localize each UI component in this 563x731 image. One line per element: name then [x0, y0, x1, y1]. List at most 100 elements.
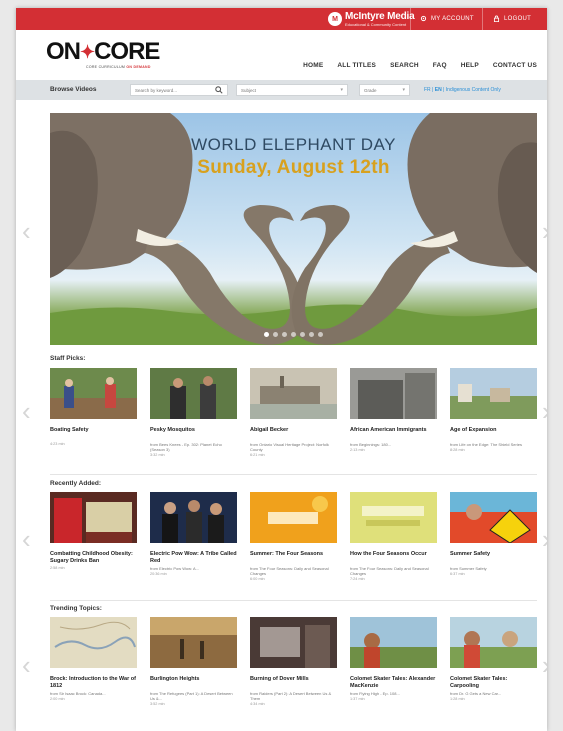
recent-prev-chevron-icon[interactable]: ‹: [22, 526, 34, 552]
video-thumbnail[interactable]: [250, 617, 337, 668]
video-title[interactable]: Colomet Skater Tales: Alexander MacKenzi…: [350, 676, 437, 690]
mcintyre-media-brand[interactable]: M McIntyre Media Educational & Community…: [328, 11, 415, 27]
video-thumbnail[interactable]: [50, 368, 137, 419]
carousel-dot[interactable]: [264, 332, 269, 337]
video-title[interactable]: Boating Safety: [50, 427, 137, 441]
video-card[interactable]: Brock: Introduction to the War of 1812 f…: [50, 617, 137, 701]
video-title[interactable]: Burning of Dover Mills: [250, 676, 337, 690]
video-title[interactable]: Age of Expansion: [450, 427, 537, 441]
video-thumbnail[interactable]: [50, 617, 137, 668]
video-title[interactable]: How the Four Seasons Occur: [350, 551, 437, 565]
video-title[interactable]: Summer Safety: [450, 551, 537, 565]
video-title[interactable]: Brock: Introduction to the War of 1812: [50, 676, 137, 690]
video-thumbnail[interactable]: [450, 368, 537, 419]
carousel-dot[interactable]: [282, 332, 287, 337]
nav-home[interactable]: HOME: [303, 62, 323, 69]
video-duration: 20:36 min: [150, 572, 167, 576]
video-description: from Electric Pow Wow: A...: [150, 566, 200, 571]
video-thumbnail[interactable]: [150, 617, 237, 668]
video-description: from Flying High - Ep. 108...: [350, 691, 400, 696]
video-card[interactable]: Electric Pow Wow: A Tribe Called Red fro…: [150, 492, 237, 576]
video-duration: 2:58 min: [50, 566, 65, 570]
nav-faq[interactable]: FAQ: [433, 62, 447, 69]
carousel-dot[interactable]: [291, 332, 296, 337]
hero-subtitle: Sunday, August 12th: [197, 157, 390, 178]
search-input[interactable]: Search by keyword...: [130, 84, 228, 96]
video-thumbnail[interactable]: [350, 492, 437, 543]
video-duration: 4:34 min: [250, 702, 265, 706]
video-duration: 2:13 min: [350, 448, 365, 452]
video-title[interactable]: African American Immigrants: [350, 427, 437, 441]
video-thumbnail[interactable]: [250, 368, 337, 419]
video-thumbnail[interactable]: [350, 617, 437, 668]
staff-picks-prev-chevron-icon[interactable]: ‹: [22, 398, 34, 424]
video-thumbnail[interactable]: [450, 617, 537, 668]
video-card[interactable]: Colomet Skater Tales: Carpooling from Dr…: [450, 617, 537, 701]
video-duration: 6:37 min: [450, 572, 465, 576]
video-card[interactable]: Pesky Mosquitos from Bees Knees - Ep. 30…: [150, 368, 237, 457]
hero-prev-chevron-icon[interactable]: ‹: [22, 218, 34, 244]
hero-carousel[interactable]: WORLD ELEPHANT DAY Sunday, August 12th: [50, 113, 537, 345]
carousel-dot[interactable]: [300, 332, 305, 337]
section-divider: [50, 600, 537, 601]
search-icon[interactable]: [215, 86, 223, 94]
carousel-dot[interactable]: [318, 332, 323, 337]
video-duration: 7:24 min: [350, 577, 365, 581]
video-card[interactable]: Colomet Skater Tales: Alexander MacKenzi…: [350, 617, 437, 701]
section-divider: [50, 474, 537, 475]
video-card[interactable]: Combatting Childhood Obesity: Sugary Dri…: [50, 492, 137, 570]
lock-icon: [493, 15, 500, 22]
lang-fr-link[interactable]: FR: [424, 87, 431, 93]
video-description: from Ontario Visual Heritage Project: No…: [250, 442, 329, 452]
video-thumbnail[interactable]: [250, 492, 337, 543]
video-description: from Raiders (Part 2): A Desert Between …: [250, 691, 332, 701]
hero-title: WORLD ELEPHANT DAY: [191, 135, 396, 154]
video-thumbnail[interactable]: [150, 368, 237, 419]
video-description: from Sir Isaac Brock: Canada...: [50, 691, 106, 696]
grade-select[interactable]: Grade ▾: [359, 84, 410, 96]
video-thumbnail[interactable]: [150, 492, 237, 543]
nav-contact-us[interactable]: CONTACT US: [493, 62, 537, 69]
video-description: from The Refugees (Part 1): A Desert Bet…: [150, 691, 233, 701]
video-thumbnail[interactable]: [50, 492, 137, 543]
nav-help[interactable]: HELP: [461, 62, 479, 69]
brand-subtitle: Educational & Community Content: [345, 21, 407, 27]
logout-link[interactable]: LOGOUT: [493, 15, 531, 22]
video-card[interactable]: Age of Expansion from Life on the Edge: …: [450, 368, 537, 452]
video-title[interactable]: Summer: The Four Seasons: [250, 551, 337, 565]
video-title[interactable]: Pesky Mosquitos: [150, 427, 237, 441]
video-title[interactable]: Colomet Skater Tales: Carpooling: [450, 676, 537, 690]
video-title[interactable]: Combatting Childhood Obesity: Sugary Dri…: [50, 551, 137, 565]
subject-select[interactable]: Subject ▾: [236, 84, 348, 96]
staff-picks-next-chevron-icon[interactable]: ›: [542, 398, 547, 424]
video-title[interactable]: Burlington Heights: [150, 676, 237, 690]
nav-all-titles[interactable]: ALL TITLES: [337, 62, 376, 69]
carousel-dot[interactable]: [309, 332, 314, 337]
video-card[interactable]: Summer Safety from Summer Safety 6:37 mi…: [450, 492, 537, 576]
oncore-logo[interactable]: ON ✦ CORE CORE CURRICULUM ON DEMAND: [46, 40, 160, 70]
trending-prev-chevron-icon[interactable]: ‹: [22, 652, 34, 678]
video-card[interactable]: Boating Safety 4:23 min: [50, 368, 137, 446]
video-card[interactable]: Burning of Dover Mills from Raiders (Par…: [250, 617, 337, 706]
indigenous-filter-link[interactable]: Indigenous Content Only: [446, 87, 501, 93]
video-thumbnail[interactable]: [350, 368, 437, 419]
video-card[interactable]: Summer: The Four Seasons from The Four S…: [250, 492, 337, 581]
video-description: from The Four Seasons: Daily and Seasona…: [250, 566, 329, 576]
video-card[interactable]: Burlington Heights from The Refugees (Pa…: [150, 617, 237, 706]
lang-en-link[interactable]: EN: [435, 87, 442, 93]
video-title[interactable]: Electric Pow Wow: A Tribe Called Red: [150, 551, 237, 565]
hero-next-chevron-icon[interactable]: ›: [542, 218, 547, 244]
trending-next-chevron-icon[interactable]: ›: [542, 652, 547, 678]
chevron-down-icon: ▾: [402, 87, 405, 93]
video-card[interactable]: African American Immigrants from Beginni…: [350, 368, 437, 452]
video-duration: 6:21 min: [250, 453, 265, 457]
recent-next-chevron-icon[interactable]: ›: [542, 526, 547, 552]
video-thumbnail[interactable]: [450, 492, 537, 544]
my-account-link[interactable]: MY ACCOUNT: [420, 15, 474, 22]
main-nav: HOME ALL TITLES SEARCH FAQ HELP CONTACT …: [303, 62, 537, 69]
video-card[interactable]: Abigail Becker from Ontario Visual Herit…: [250, 368, 337, 457]
video-title[interactable]: Abigail Becker: [250, 427, 337, 441]
carousel-dot[interactable]: [273, 332, 278, 337]
nav-search[interactable]: SEARCH: [390, 62, 419, 69]
video-card[interactable]: How the Four Seasons Occur from The Four…: [350, 492, 437, 581]
